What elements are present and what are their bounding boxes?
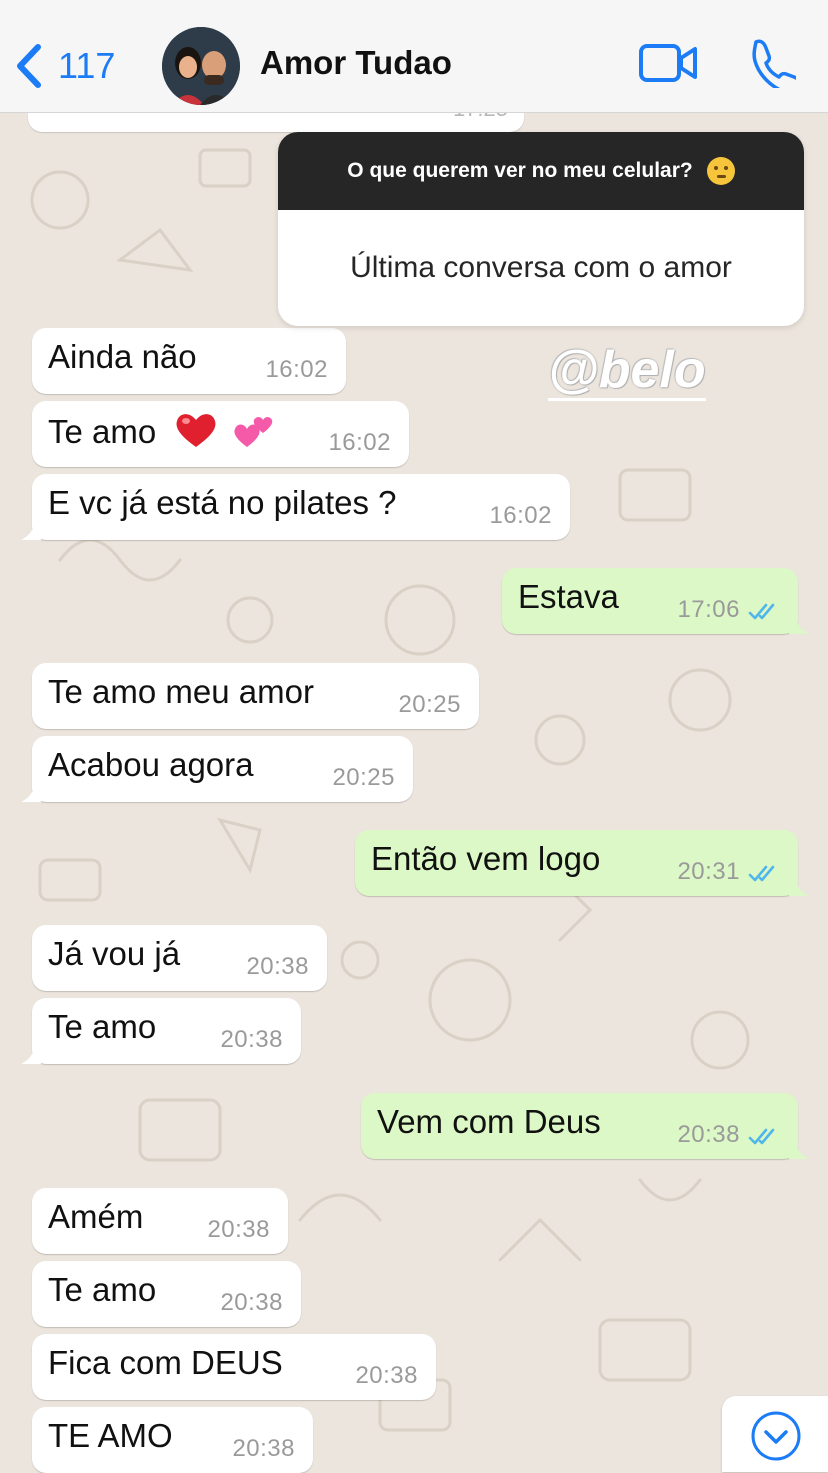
double-check-icon xyxy=(748,865,775,882)
bubble-tail xyxy=(21,522,41,540)
message-bubble-incoming[interactable]: Fica com DEUS 20:38 xyxy=(32,1334,436,1400)
message-time: 20:38 xyxy=(232,1435,295,1462)
bubble-tail xyxy=(21,784,41,802)
video-camera-icon[interactable] xyxy=(638,42,698,84)
message-text: Amém xyxy=(48,1198,144,1235)
red-heart-emoji-icon xyxy=(176,414,216,447)
message-bubble-outgoing[interactable]: Estava 17:06 xyxy=(502,568,809,634)
message-text: Te amo xyxy=(48,1271,157,1308)
bubble-tail xyxy=(789,878,809,896)
message-time: 20:38 xyxy=(207,1216,270,1243)
message-time: 20:38 xyxy=(246,953,309,980)
message-time: 20:31 xyxy=(677,858,740,885)
message-time: 20:25 xyxy=(332,764,395,791)
bubble-tail xyxy=(789,616,809,634)
message-bubble-incoming[interactable]: Ainda não 16:02 xyxy=(32,328,346,394)
message-text: Vem com Deus xyxy=(377,1103,601,1140)
message-text: Estava xyxy=(518,578,619,615)
avatar[interactable] xyxy=(162,27,240,105)
message-bubble-outgoing[interactable]: Vem com Deus 20:38 xyxy=(361,1093,809,1159)
message-time: 20:38 xyxy=(220,1289,283,1316)
message-bubble-incoming[interactable]: Te amo 20:38 xyxy=(32,1261,301,1327)
message-time: 20:25 xyxy=(398,691,461,718)
chevron-down-circle-icon xyxy=(751,1411,801,1461)
message-text: Acabou agora xyxy=(48,746,254,783)
message-bubble-incoming[interactable]: TE AMO 20:38 xyxy=(32,1407,313,1473)
message-time: 20:38 xyxy=(677,1121,740,1148)
message-bubble-incoming[interactable]: Te amo 20:38 xyxy=(21,998,301,1064)
chat-header: 117 Amor Tudao xyxy=(0,0,828,113)
bubble-tail xyxy=(21,1046,41,1064)
message-bubble-outgoing[interactable]: Então vem logo 20:31 xyxy=(355,830,809,896)
message-bubble-incoming[interactable]: Amém 20:38 xyxy=(32,1188,288,1254)
message-text: E vc já está no pilates ? xyxy=(48,484,397,521)
chevron-left-icon xyxy=(17,44,41,88)
message-text: Te amo xyxy=(48,1008,157,1045)
message-bubble-incoming[interactable]: Já vou já 20:38 xyxy=(32,925,327,991)
question-sticker: O que querem ver no meu celular? Última … xyxy=(278,132,804,326)
shushing-face-icon xyxy=(706,157,735,185)
unread-count: 117 xyxy=(58,45,116,86)
message-text: Já vou já xyxy=(48,935,181,972)
message-text: Fica com DEUS xyxy=(48,1344,283,1381)
message-bubble-incoming[interactable]: E vc já está no pilates ? 16:02 xyxy=(21,474,570,540)
message-text: Então vem logo xyxy=(371,840,601,877)
message-bubble-incoming[interactable]: Acabou agora 20:25 xyxy=(21,736,413,802)
question-header: O que querem ver no meu celular? xyxy=(278,132,804,210)
contact-name[interactable]: Amor Tudao xyxy=(260,44,452,82)
message-time: 17:06 xyxy=(677,596,740,623)
phone-icon[interactable] xyxy=(746,38,796,88)
message-time: 16:02 xyxy=(328,429,391,456)
question-text: O que querem ver no meu celular? xyxy=(347,159,693,182)
question-answer: Última conversa com o amor xyxy=(350,251,732,284)
double-check-icon xyxy=(748,1128,775,1145)
back-button[interactable]: 117 xyxy=(14,40,115,92)
scroll-to-bottom-button[interactable] xyxy=(722,1396,828,1472)
double-check-icon xyxy=(748,603,775,620)
message-content: Te amo xyxy=(48,411,275,451)
message-time: 16:02 xyxy=(265,356,328,383)
mention-sticker: @belo xyxy=(548,341,706,401)
bubble-tail xyxy=(789,1141,809,1159)
message-text: Ainda não xyxy=(48,338,197,375)
two-hearts-emoji-icon xyxy=(233,417,272,447)
message-text: TE AMO xyxy=(48,1417,173,1454)
message-time: 20:38 xyxy=(220,1026,283,1053)
message-bubble-incoming[interactable]: Te amo meu amor 20:25 xyxy=(32,663,479,729)
message-text: Te amo meu amor xyxy=(48,673,314,710)
message-time: 16:02 xyxy=(489,502,552,529)
message-time: 20:38 xyxy=(355,1362,418,1389)
message-bubble-incoming[interactable]: Te amo 16:02 xyxy=(32,401,409,467)
message-text: Te amo xyxy=(48,413,157,450)
